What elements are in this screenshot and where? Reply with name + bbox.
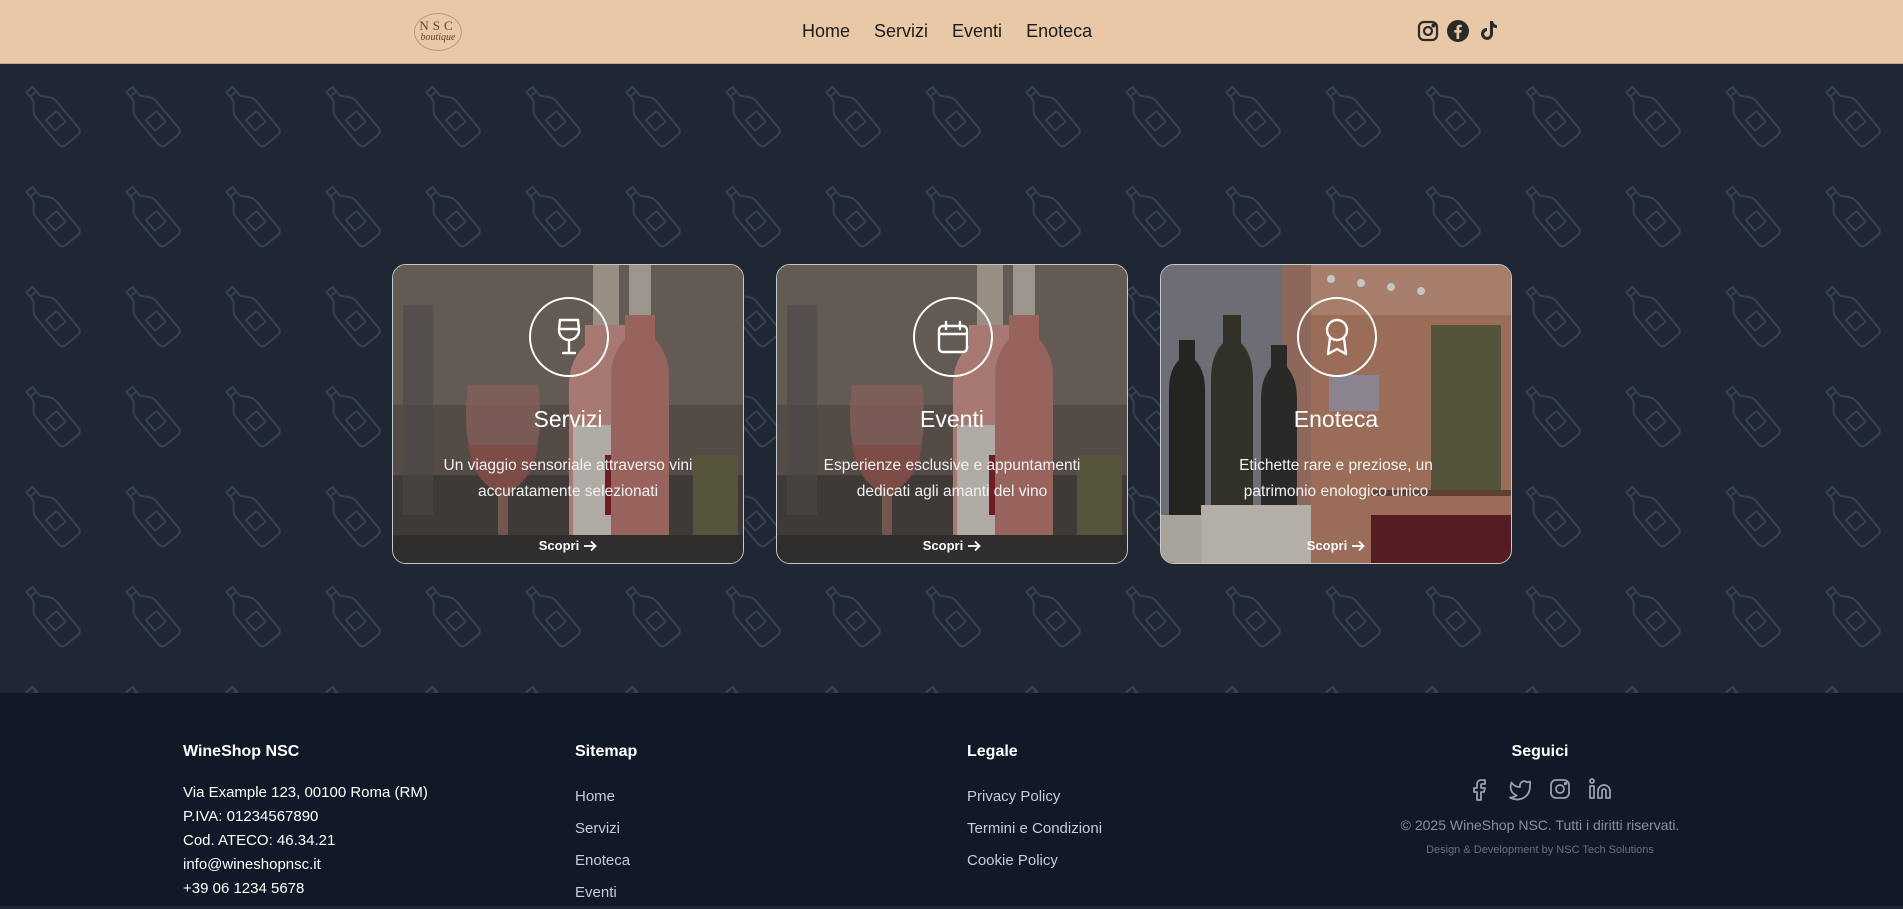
- discover-link[interactable]: Scopri: [393, 538, 743, 553]
- footer-link-enoteca[interactable]: Enoteca: [575, 845, 637, 877]
- footer-link-home[interactable]: Home: [575, 781, 637, 813]
- footer-sitemap: Sitemap Home Servizi Enoteca Eventi: [575, 743, 637, 909]
- discover-link[interactable]: Scopri: [1161, 538, 1511, 553]
- footer-legal: Legale Privacy Policy Termini e Condizio…: [967, 743, 1102, 877]
- card-title: Enoteca: [1293, 406, 1379, 432]
- footer-company-heading: WineShop NSC: [183, 743, 300, 760]
- footer-link-terms[interactable]: Termini e Condizioni: [967, 813, 1102, 845]
- nav-servizi[interactable]: Servizi: [874, 21, 928, 42]
- arrow-right-icon: [968, 540, 982, 551]
- header-social-links: [1416, 19, 1500, 43]
- twitter-icon[interactable]: [1508, 777, 1532, 801]
- card-title: Servizi: [533, 406, 603, 432]
- linkedin-icon[interactable]: [1588, 777, 1612, 801]
- instagram-icon[interactable]: [1416, 19, 1440, 43]
- nav-eventi[interactable]: Eventi: [952, 21, 1002, 42]
- footer-email[interactable]: info@wineshopnsc.it: [183, 853, 428, 877]
- hero-section: Servizi Un viaggio sensoriale attraverso…: [0, 64, 1903, 693]
- footer-ateco: Cod. ATECO: 46.34.21: [183, 832, 336, 849]
- card-title: Eventi: [920, 406, 984, 432]
- tiktok-icon[interactable]: [1476, 19, 1500, 43]
- logo-ring: [414, 13, 462, 51]
- footer-link-privacy[interactable]: Privacy Policy: [967, 781, 1102, 813]
- footer-vat: P.IVA: 01234567890: [183, 808, 319, 825]
- footer-follow-heading: Seguici: [1511, 743, 1569, 760]
- logo[interactable]: NSC boutique: [411, 11, 465, 51]
- card-description: Etichette rare e preziose, un patrimonio…: [1239, 457, 1433, 500]
- award-icon: [1297, 297, 1377, 377]
- nav-home[interactable]: Home: [802, 21, 850, 42]
- discover-label: Scopri: [922, 538, 964, 553]
- site-footer: WineShop NSC Via Example 123, 00100 Roma…: [0, 693, 1903, 906]
- discover-label: Scopri: [1306, 538, 1348, 553]
- discover-label: Scopri: [538, 538, 580, 553]
- footer-legal-heading: Legale: [967, 743, 1018, 760]
- discover-link[interactable]: Scopri: [777, 538, 1127, 553]
- footer-address: Via Example 123, 00100 Roma (RM): [183, 784, 428, 801]
- footer-social-links: [1400, 777, 1680, 801]
- wine-glass-icon: [529, 297, 609, 377]
- card-description: Esperienze esclusive e appuntamenti dedi…: [823, 457, 1081, 500]
- facebook-icon[interactable]: [1446, 19, 1470, 43]
- main-nav: Home Servizi Eventi Enoteca: [802, 0, 1092, 63]
- footer-phone[interactable]: +39 06 1234 5678: [183, 877, 428, 901]
- copyright-text: © 2025 WineShop NSC. Tutti i diritti ris…: [1400, 817, 1680, 833]
- footer-link-servizi[interactable]: Servizi: [575, 813, 637, 845]
- footer-sitemap-heading: Sitemap: [575, 743, 638, 760]
- card-servizi[interactable]: Servizi Un viaggio sensoriale attraverso…: [392, 264, 744, 564]
- footer-company: WineShop NSC Via Example 123, 00100 Roma…: [183, 743, 428, 901]
- card-enoteca[interactable]: Enoteca Etichette rare e preziose, un pa…: [1160, 264, 1512, 564]
- card-eventi[interactable]: Eventi Esperienze esclusive e appuntamen…: [776, 264, 1128, 564]
- instagram-icon[interactable]: [1548, 777, 1572, 801]
- footer-link-eventi[interactable]: Eventi: [575, 877, 637, 909]
- nav-enoteca[interactable]: Enoteca: [1026, 21, 1092, 42]
- developer-credit: Design & Development by NSC Tech Solutio…: [1426, 844, 1654, 856]
- footer-link-cookies[interactable]: Cookie Policy: [967, 845, 1102, 877]
- footer-follow: Seguici © 2025 WineShop NSC. Tutti i dir…: [1400, 743, 1680, 856]
- arrow-right-icon: [584, 540, 598, 551]
- calendar-icon: [913, 297, 993, 377]
- facebook-icon[interactable]: [1468, 777, 1492, 801]
- arrow-right-icon: [1352, 540, 1366, 551]
- card-description: Un viaggio sensoriale attraverso vini ac…: [443, 457, 693, 500]
- site-header: NSC boutique Home Servizi Eventi Enoteca: [0, 0, 1903, 64]
